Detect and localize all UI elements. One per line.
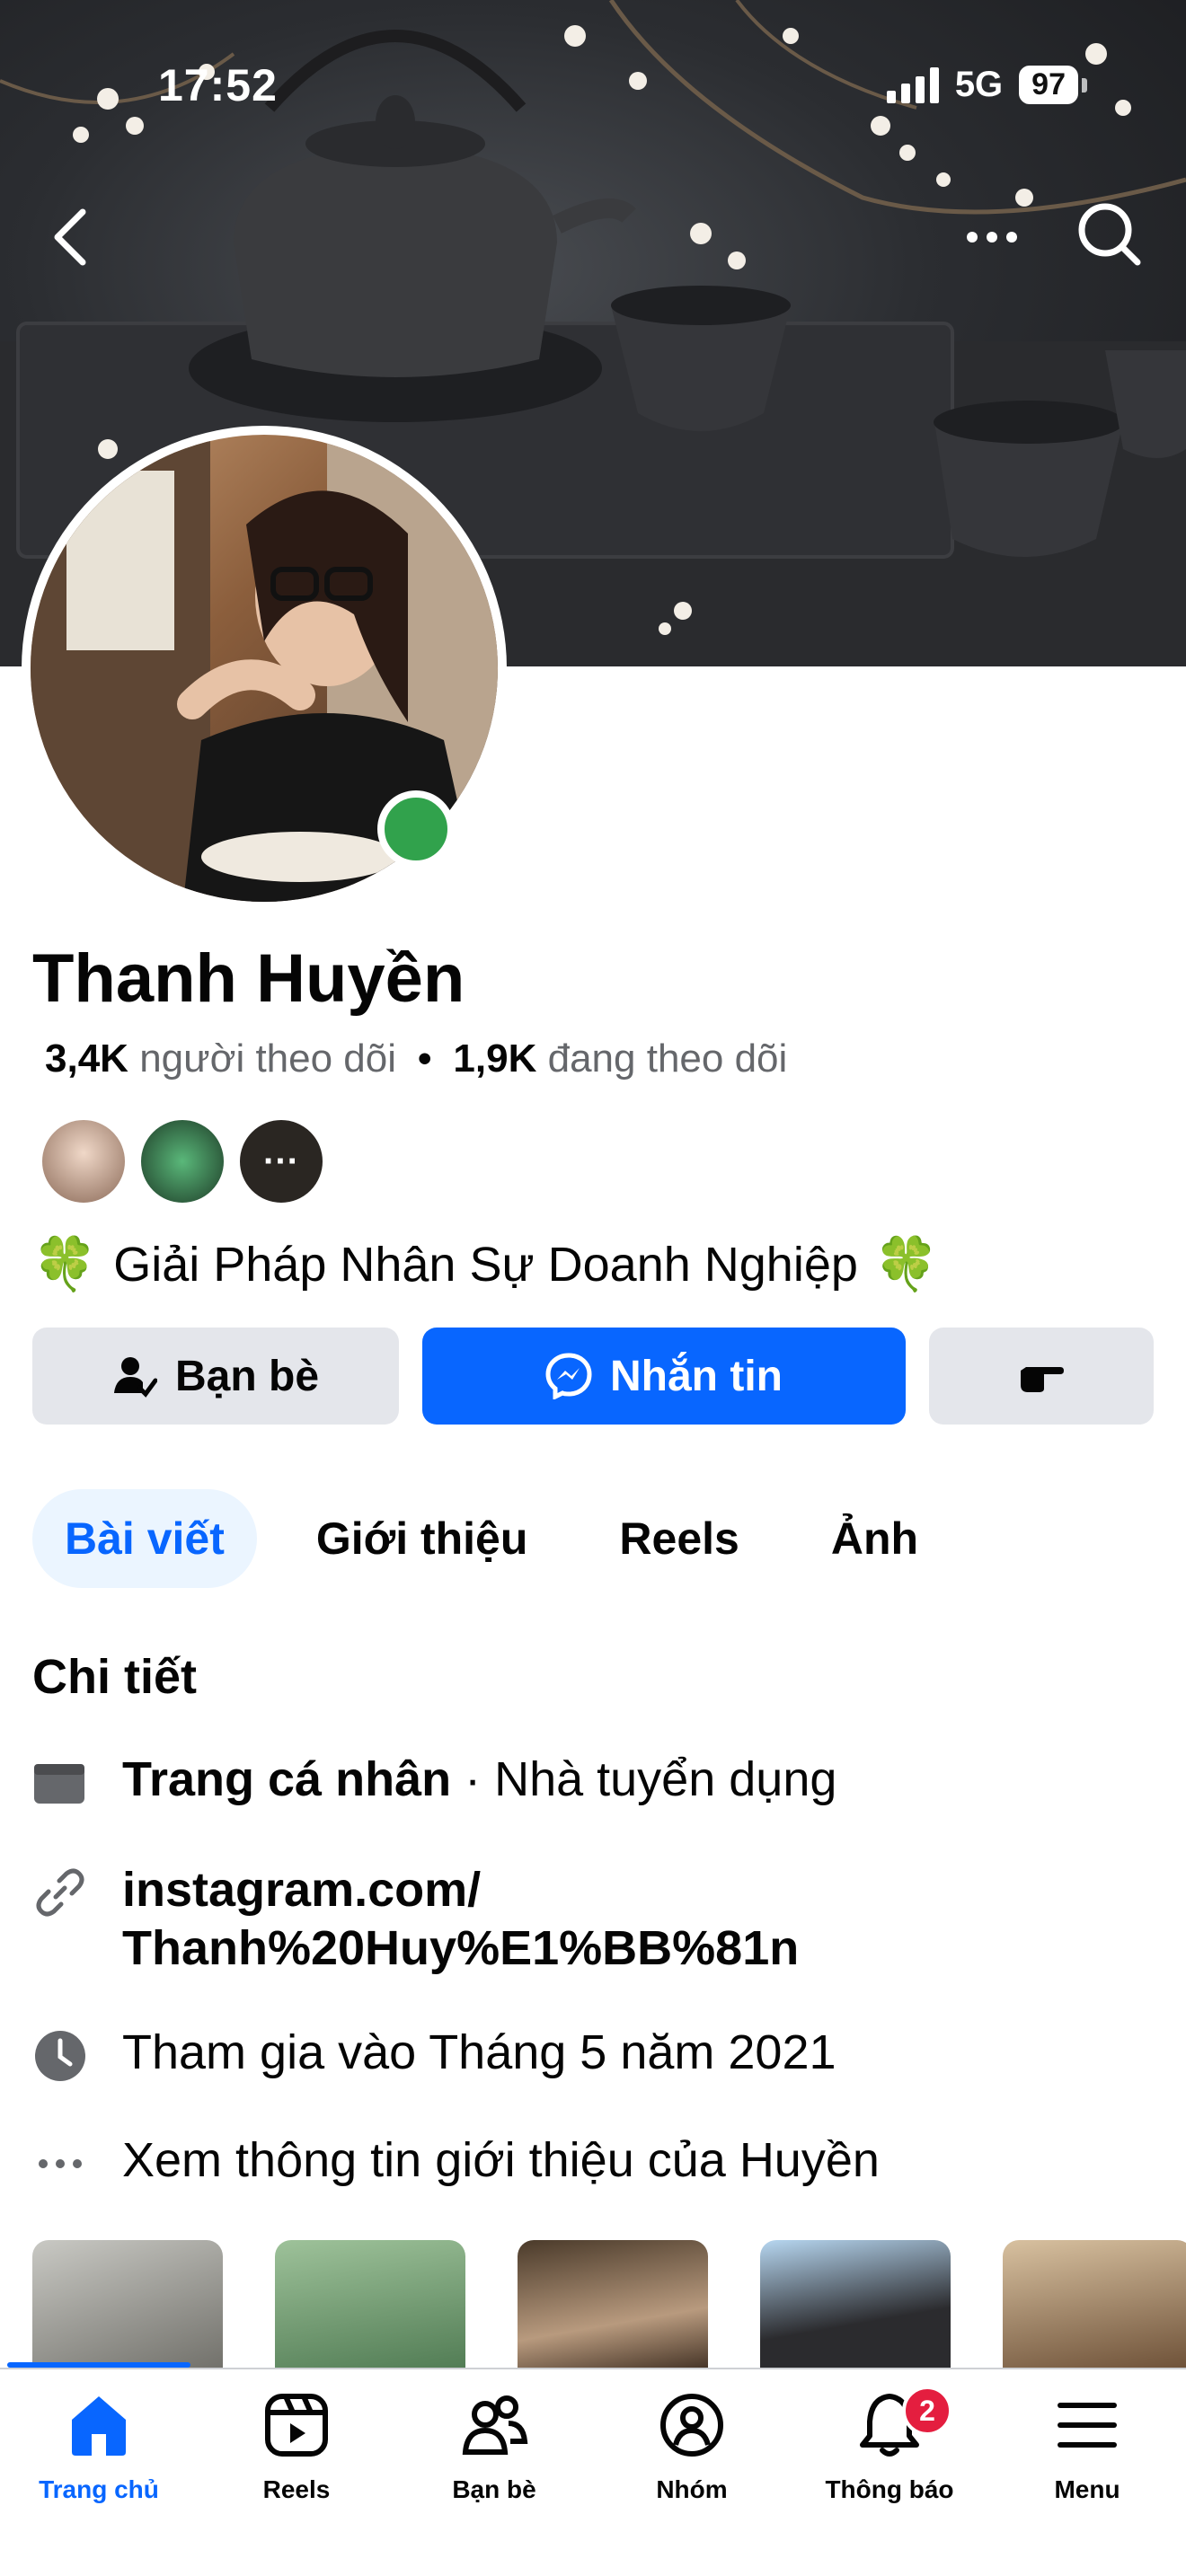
tab-photos[interactable]: Ảnh <box>799 1489 951 1588</box>
nav-groups[interactable]: Nhóm <box>593 2389 791 2504</box>
profile-bio: 🍀 Giải Pháp Nhân Sự Doanh Nghiệp 🍀 <box>32 1234 939 1295</box>
friend-check-icon <box>113 1357 157 1398</box>
menu-icon <box>1058 2403 1117 2448</box>
tab-posts[interactable]: Bài viết <box>32 1489 257 1588</box>
stats-separator: • <box>418 1037 432 1081</box>
details-title: Chi tiết <box>32 1650 197 1704</box>
link-line-2: Thanh%20Huy%E1%BB%81n <box>122 1920 800 1975</box>
battery-icon: 97 <box>1019 66 1087 104</box>
friend-avatar[interactable] <box>138 1117 226 1205</box>
signal-icon <box>886 66 939 103</box>
clock-icon <box>35 2031 85 2081</box>
nav-friends[interactable]: Bạn bè <box>395 2389 593 2504</box>
clover-icon: 🍀 <box>873 1235 940 1293</box>
poke-hand-icon <box>1021 1367 1064 1392</box>
profile-tabs: Bài viết Giới thiệu Reels Ảnh <box>32 1489 951 1588</box>
detail-joined: Tham gia vào Tháng 5 năm 2021 <box>32 2025 836 2084</box>
poke-button[interactable] <box>929 1328 1154 1425</box>
friends-button-label: Bạn bè <box>174 1352 320 1400</box>
followers-link[interactable]: 3,4K người theo dõi <box>45 1037 396 1081</box>
nav-menu[interactable]: Menu <box>988 2389 1186 2504</box>
photo-thumbnail[interactable] <box>275 2240 465 2375</box>
nav-notifications[interactable]: 2 Thông báo <box>791 2386 988 2504</box>
more-friends-icon[interactable]: ··· <box>237 1117 325 1205</box>
nav-home[interactable]: Trang chủ <box>0 2389 198 2504</box>
message-button-label: Nhắn tin <box>610 1352 783 1400</box>
photo-thumbnail[interactable] <box>32 2240 223 2375</box>
home-icon <box>72 2396 126 2456</box>
link-line-1: instagram.com/ <box>122 1863 482 1917</box>
nav-reels[interactable]: Reels <box>198 2389 395 2504</box>
friends-icon <box>462 2395 528 2455</box>
photo-strip <box>32 2240 1186 2375</box>
following-link[interactable]: 1,9K đang theo dõi <box>453 1037 787 1081</box>
photo-thumbnail[interactable] <box>518 2240 708 2375</box>
photo-thumbnail[interactable] <box>1003 2240 1186 2375</box>
message-button[interactable]: Nhắn tin <box>422 1328 906 1425</box>
notification-badge: 2 <box>902 2386 952 2436</box>
detail-see-more[interactable]: Xem thông tin giới thiệu của Huyền <box>32 2132 880 2192</box>
more-dots-icon <box>39 2159 82 2168</box>
clover-icon: 🍀 <box>32 1235 98 1293</box>
flag-icon <box>34 1764 84 1804</box>
active-tab-indicator <box>7 2362 190 2368</box>
photo-thumbnail[interactable] <box>760 2240 951 2375</box>
mutual-friends[interactable]: ··· <box>40 1117 325 1205</box>
detail-link[interactable]: instagram.com/ Thanh%20Huy%E1%BB%81n <box>32 1861 799 1978</box>
tab-reels[interactable]: Reels <box>587 1489 771 1588</box>
friend-avatar[interactable] <box>40 1117 128 1205</box>
detail-page-type: Trang cá nhân · Nhà tuyển dụng <box>32 1751 836 1811</box>
back-icon[interactable] <box>43 203 101 271</box>
status-indicators: 5G 97 <box>886 65 1087 105</box>
tab-about[interactable]: Giới thiệu <box>284 1489 561 1588</box>
messenger-icon <box>545 1353 592 1399</box>
friends-button[interactable]: Bạn bè <box>32 1328 399 1425</box>
bio-text: Giải Pháp Nhân Sự Doanh Nghiệp <box>113 1238 858 1292</box>
follow-stats: 3,4K người theo dõi • 1,9K đang theo dõi <box>45 1037 787 1081</box>
network-type: 5G <box>954 65 1004 104</box>
online-status-dot <box>377 790 455 868</box>
groups-icon <box>660 2394 723 2457</box>
reels-icon <box>265 2394 328 2457</box>
search-icon[interactable] <box>1075 199 1143 268</box>
link-icon <box>36 1868 84 1917</box>
more-icon[interactable] <box>963 212 1021 262</box>
profile-name: Thanh Huyền <box>32 940 465 1017</box>
status-time: 17:52 <box>158 60 278 110</box>
